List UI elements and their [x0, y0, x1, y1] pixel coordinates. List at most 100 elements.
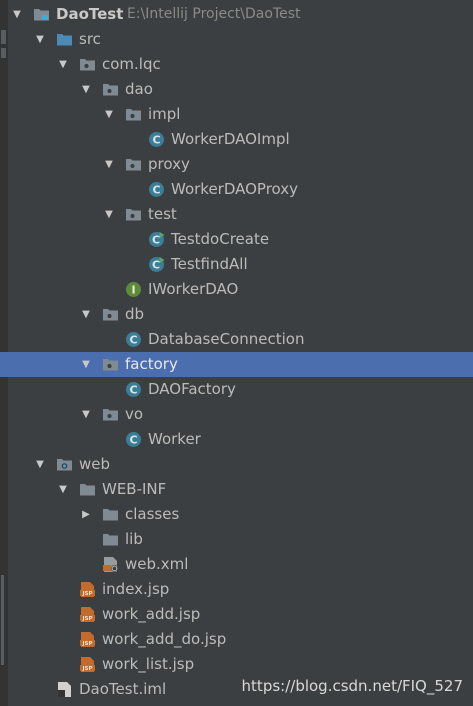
tree-node-label: web	[79, 455, 111, 473]
tree-node-label: proxy	[148, 155, 190, 173]
tree-node-dao[interactable]: ▼ dao	[0, 77, 473, 102]
class-icon: C	[125, 431, 142, 448]
project-path: E:\Intellij Project\DaoTest	[127, 6, 301, 22]
folder-icon	[79, 481, 96, 498]
tree-node-work-list-jsp[interactable]: JSP work_list.jsp	[0, 652, 473, 677]
tree-node-label: impl	[148, 105, 181, 123]
tree-node-workerdaoimpl[interactable]: C WorkerDAOImpl	[0, 127, 473, 152]
project-tree: ▼ DaoTest E:\Intellij Project\DaoTest ▼ src ▼…	[0, 2, 473, 702]
class-icon: C	[148, 131, 165, 148]
tree-node-testfindall[interactable]: C TestfindAll	[0, 252, 473, 277]
expand-arrow-icon[interactable]: ▼	[80, 402, 92, 427]
svg-text:JSP: JSP	[81, 616, 92, 622]
xml-file-icon	[102, 556, 119, 573]
tree-node-databaseconnection[interactable]: C DatabaseConnection	[0, 327, 473, 352]
tree-node-label: Worker	[148, 430, 201, 448]
tree-node-label: lib	[125, 530, 143, 548]
tree-node-label: com.lqc	[102, 55, 161, 73]
tree-node-db[interactable]: ▼ db	[0, 302, 473, 327]
tree-node-label: db	[125, 305, 145, 323]
package-icon	[79, 56, 96, 73]
jsp-file-icon: JSP	[79, 656, 96, 673]
tree-node-label: WorkerDAOImpl	[171, 130, 290, 148]
tree-node-iworkerdao[interactable]: I IWorkerDAO	[0, 277, 473, 302]
tree-node-testdocreate[interactable]: C TestdoCreate	[0, 227, 473, 252]
svg-text:JSP: JSP	[81, 666, 92, 672]
svg-text:C: C	[152, 234, 160, 247]
tree-node-daofactory[interactable]: C DAOFactory	[0, 377, 473, 402]
tree-node-label: index.jsp	[102, 580, 170, 598]
tree-node-web-inf[interactable]: ▼ WEB-INF	[0, 477, 473, 502]
tree-node-label: factory	[125, 355, 178, 373]
tree-node-label: TestdoCreate	[171, 230, 270, 248]
expand-arrow-icon[interactable]: ▼	[103, 152, 115, 177]
svg-text:I: I	[131, 284, 135, 297]
jsp-file-icon: JSP	[79, 581, 96, 598]
tree-node-web[interactable]: ▼ web	[0, 452, 473, 477]
class-icon: C	[125, 331, 142, 348]
package-icon	[125, 156, 142, 173]
tree-node-label: WEB-INF	[102, 480, 167, 498]
tree-node-vo[interactable]: ▼ vo	[0, 402, 473, 427]
tree-node-label: DatabaseConnection	[148, 330, 305, 348]
package-icon	[125, 206, 142, 223]
svg-text:C: C	[152, 184, 160, 197]
tree-node-workerdaoproxy[interactable]: C WorkerDAOProxy	[0, 177, 473, 202]
tree-node-test[interactable]: ▼ test	[0, 202, 473, 227]
tree-node-daotest[interactable]: ▼ DaoTest E:\Intellij Project\DaoTest	[0, 2, 473, 27]
tree-node-label: DaoTest	[56, 5, 124, 23]
tree-node-label: work_add_do.jsp	[102, 630, 227, 648]
expand-arrow-icon[interactable]: ▼	[57, 477, 69, 502]
source-folder-icon	[56, 31, 73, 48]
package-icon	[102, 406, 119, 423]
tree-node-classes[interactable]: ▶ classes	[0, 502, 473, 527]
tree-node-label: TestfindAll	[171, 255, 248, 273]
svg-text:JSP: JSP	[81, 641, 92, 647]
expand-arrow-icon[interactable]: ▼	[80, 352, 92, 377]
expand-arrow-icon[interactable]: ▼	[103, 202, 115, 227]
tree-node-web-xml[interactable]: web.xml	[0, 552, 473, 577]
tree-node-label: WorkerDAOProxy	[171, 180, 299, 198]
tree-node-index-jsp[interactable]: JSP index.jsp	[0, 577, 473, 602]
tree-node-label: test	[148, 205, 177, 223]
expand-arrow-icon[interactable]: ▼	[34, 27, 46, 52]
package-icon	[125, 106, 142, 123]
tree-node-proxy[interactable]: ▼ proxy	[0, 152, 473, 177]
class-icon: C	[125, 381, 142, 398]
expand-arrow-icon[interactable]: ▼	[80, 77, 92, 102]
expand-arrow-icon[interactable]: ▼	[103, 102, 115, 127]
package-icon	[102, 356, 119, 373]
svg-text:JSP: JSP	[81, 591, 92, 597]
svg-text:C: C	[129, 434, 137, 447]
tree-node-label: DaoTest.iml	[79, 680, 167, 698]
tree-node-impl[interactable]: ▼ impl	[0, 102, 473, 127]
tree-node-worker[interactable]: C Worker	[0, 427, 473, 452]
expand-arrow-icon[interactable]: ▼	[34, 452, 46, 477]
tree-node-label: IWorkerDAO	[148, 280, 239, 298]
tree-node-factory[interactable]: ▼ factory	[0, 352, 473, 377]
jsp-file-icon: JSP	[79, 606, 96, 623]
jsp-file-icon: JSP	[79, 631, 96, 648]
tree-node-work-add-do-jsp[interactable]: JSP work_add_do.jsp	[0, 627, 473, 652]
expand-arrow-icon[interactable]: ▼	[57, 52, 69, 77]
expand-arrow-icon[interactable]: ▼	[11, 2, 23, 27]
tree-node-label: vo	[125, 405, 144, 423]
tree-node-com-lqc[interactable]: ▼ com.lqc	[0, 52, 473, 77]
svg-text:C: C	[152, 134, 160, 147]
collapse-arrow-icon[interactable]: ▶	[80, 502, 92, 527]
tree-node-src[interactable]: ▼ src	[0, 27, 473, 52]
runnable-class-icon: C	[148, 256, 165, 273]
expand-arrow-icon[interactable]: ▼	[80, 302, 92, 327]
svg-text:C: C	[152, 259, 160, 272]
class-icon: C	[148, 181, 165, 198]
interface-icon: I	[125, 281, 142, 298]
package-icon	[102, 81, 119, 98]
folder-icon	[102, 506, 119, 523]
module-folder-icon	[33, 6, 50, 23]
tree-node-lib[interactable]: lib	[0, 527, 473, 552]
tree-node-work-add-jsp[interactable]: JSP work_add.jsp	[0, 602, 473, 627]
watermark-text: https://blog.csdn.net/FIQ_527	[241, 677, 463, 695]
tree-node-label: classes	[125, 505, 180, 523]
web-folder-icon	[56, 456, 73, 473]
tree-node-label: src	[79, 30, 101, 48]
